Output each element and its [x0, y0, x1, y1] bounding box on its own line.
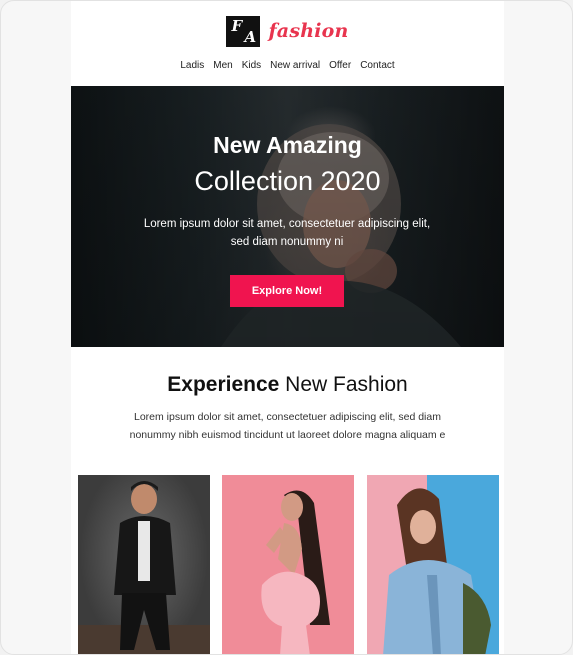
nav-ladis[interactable]: Ladis — [180, 60, 204, 76]
hero-subtitle: Collection 2020 — [194, 166, 381, 196]
product-photo-denim — [367, 475, 491, 654]
section-title-bold: Experience — [167, 373, 280, 396]
logo-mark-icon: F A — [226, 15, 261, 47]
hero-text: Lorem ipsum dolor sit amet, consectetuer… — [143, 218, 431, 248]
product-card-men[interactable] — [78, 475, 210, 654]
section-text: Lorem ipsum dolor sit amet, consectetuer… — [129, 411, 446, 441]
product-photo-women — [261, 490, 330, 654]
email-frame: F A fashion Ladis Men Kids New arrival O… — [0, 0, 573, 655]
section-title-rest: New Fashion — [279, 373, 408, 396]
logo[interactable]: F A fashion — [71, 15, 504, 47]
product-card-denim[interactable] — [367, 475, 499, 654]
section-title: Experience New Fashion — [71, 373, 504, 397]
nav-new-arrival[interactable]: New arrival — [270, 60, 320, 76]
main-nav: Ladis Men Kids New arrival Offer Contact — [71, 60, 504, 76]
nav-men[interactable]: Men — [213, 60, 232, 76]
email-body: F A fashion Ladis Men Kids New arrival O… — [71, 1, 504, 654]
product-card-women[interactable] — [222, 475, 354, 654]
logo-mark-letter-1: F — [231, 16, 243, 35]
nav-kids[interactable]: Kids — [242, 60, 261, 76]
explore-now-button[interactable]: Explore Now! — [230, 275, 344, 307]
hero-title: New Amazing — [213, 132, 362, 158]
hero-banner: New Amazing Collection 2020 Lorem ipsum … — [71, 86, 504, 347]
product-photo-men — [78, 481, 210, 654]
logo-mark-letter-2: A — [244, 27, 257, 46]
nav-offer[interactable]: Offer — [329, 60, 351, 76]
nav-contact[interactable]: Contact — [360, 60, 394, 76]
brand-name: fashion — [268, 20, 349, 42]
